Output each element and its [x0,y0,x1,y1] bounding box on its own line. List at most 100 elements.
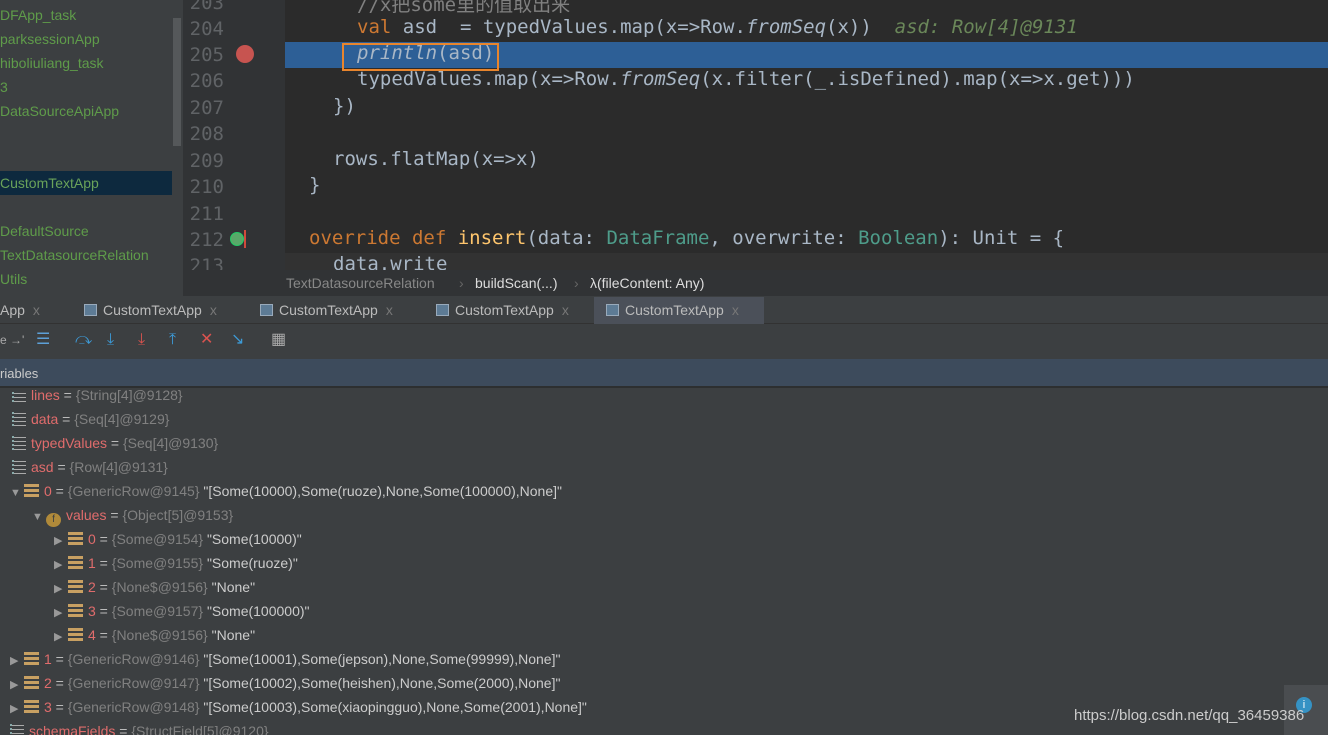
variable-name: lines [31,390,60,403]
list-icon [12,412,26,426]
variable-row[interactable]: ▼ f values = {Object[5]@9153} [32,503,233,527]
code: fromSeq [620,68,701,90]
show-execution-point-icon[interactable]: ☰ [36,331,50,349]
equals-sign: = [53,459,70,475]
inline-debug-value: asd: Row[4]@9131 [894,16,1078,38]
close-icon[interactable]: x [33,302,40,318]
code-line: }) [285,95,1328,121]
close-icon[interactable]: x [562,302,569,318]
project-item[interactable]: parksessionApp [0,27,172,51]
project-item[interactable]: hiboliuliang_task [0,51,172,75]
debug-tab[interactable]: CustomTextApp x [252,297,401,324]
type: DataFrame [606,227,710,249]
debug-tab[interactable]: CustomTextApp x [76,297,225,324]
expand-toggle-icon[interactable]: ▶ [10,673,24,697]
code-line: typedValues.map(x=>Row.fromSeq(x.filter(… [285,68,1328,94]
list-icon [12,460,26,474]
variable-row[interactable]: ▶ 2 = {None$@9156} "None" [54,575,255,599]
project-item[interactable]: TextDatasourceRelation [0,243,172,267]
expand-toggle-icon[interactable]: ▶ [10,649,24,673]
project-item[interactable]: Utils [0,267,172,291]
line-number: 206 [189,70,224,92]
step-into-icon[interactable]: ⤓ [107,331,114,349]
project-item[interactable]: 3 [0,75,172,99]
variable-name: schemaFields [29,723,116,735]
variable-row[interactable]: ▶ 1 = {Some@9155} "Some(ruoze)" [54,551,298,575]
evaluate-expression-icon[interactable]: ▦ [271,331,286,349]
force-step-into-icon[interactable]: ⤓ [138,331,145,349]
array-element-icon [68,556,83,570]
list-icon [10,724,24,735]
equals-sign: = [106,507,123,523]
expand-toggle-icon[interactable]: ▶ [54,601,68,625]
breadcrumb-separator: › [574,275,579,291]
project-item-selected[interactable]: CustomTextApp [0,171,172,195]
project-item[interactable]: DataSourceApiApp [0,99,172,123]
variable-row[interactable]: data = {Seq[4]@9129} [12,407,169,431]
expand-toggle-icon[interactable]: ▶ [54,553,68,577]
variable-row[interactable]: ▶ 2 = {GenericRow@9147} "[Some(10002),Som… [10,671,560,695]
breadcrumb-separator: › [459,275,464,291]
variable-row[interactable]: typedValues = {Seq[4]@9130} [12,431,218,455]
drop-frame-icon[interactable]: ✕ [200,331,213,349]
variable-type: {GenericRow@9146} [67,651,200,667]
close-icon[interactable]: x [210,302,217,318]
breadcrumb-item[interactable]: λ(fileContent: Any) [590,270,704,296]
code-line: data.write [285,253,1328,270]
step-over-icon[interactable]: ⤼ [75,331,92,349]
variable-row[interactable]: ▶ 0 = {Some@9154} "Some(10000)" [54,527,302,551]
expand-toggle-icon[interactable]: ▶ [54,577,68,601]
breakpoint-icon[interactable] [236,45,254,63]
debug-tabs: App x CustomTextApp x CustomTextApp x Custo… [0,297,1328,324]
project-item[interactable]: DFApp_task [0,3,172,27]
breadcrumb-item[interactable]: buildScan(...) [475,270,557,296]
expand-toggle-icon[interactable]: ▼ [32,505,46,529]
variable-row[interactable]: ▶ 1 = {GenericRow@9146} "[Some(10001),Som… [10,647,560,671]
breadcrumb-item[interactable]: TextDatasourceRelation [286,270,435,296]
variable-row[interactable]: asd = {Row[4]@9131} [12,455,168,479]
variable-row[interactable]: ▶ 3 = {Some@9157} "Some(100000)" [54,599,310,623]
expand-toggle-icon[interactable]: ▼ [10,481,24,505]
equals-sign: = [58,411,75,427]
variable-row[interactable]: schemaFields = {StructField[5]@9120} [10,719,269,735]
debug-tab-active[interactable]: CustomTextApp x [594,297,764,324]
step-out-icon[interactable]: ⤒ [169,331,176,349]
variable-row[interactable]: ▶ 4 = {None$@9156} "None" [54,623,255,647]
variable-type: {GenericRow@9148} [67,699,200,715]
equals-sign: = [95,531,112,547]
code: (data: [526,227,607,249]
variable-row[interactable]: lines = {String[4]@9128} [12,390,183,407]
equals-sign: = [95,603,112,619]
implements-icon[interactable] [230,232,244,246]
variable-value: "[Some(10000),Some(ruoze),None,Some(1000… [203,483,562,499]
expand-toggle-icon[interactable]: ▶ [10,697,24,721]
project-panel: DFApp_task parksessionApp hiboliuliang_t… [0,0,183,296]
variable-value: "[Some(10001),Some(jepson),None,Some(999… [203,651,561,667]
line-number: 212 [189,229,224,251]
line-number: 204 [189,18,224,40]
variable-row[interactable]: ▼ 0 = {GenericRow@9145} "[Some(10000),Som… [10,479,562,503]
array-element-icon [24,700,39,714]
variable-name: 3 [88,603,96,619]
run-to-cursor-icon[interactable]: ↘ [231,331,244,349]
variable-type: {StructField[5]@9120} [131,723,269,735]
variable-value: "[Some(10002),Some(heishen),None,Some(20… [203,675,561,691]
equals-sign: = [95,627,112,643]
debug-tab[interactable]: App x [0,297,48,324]
panel-title: riables [0,366,39,381]
code: (x.filter(_.isDefined).map(x=>x.get))) [700,68,1135,90]
field-icon: f [46,513,61,527]
debug-tab[interactable]: CustomTextApp x [428,297,577,324]
code: } [309,174,321,196]
variable-row[interactable]: ▶ 3 = {GenericRow@9148} "[Some(10003),Som… [10,695,587,719]
scrollbar[interactable] [173,18,181,146]
close-icon[interactable]: x [732,302,739,318]
close-icon[interactable]: x [386,302,393,318]
variables-tree[interactable]: lines = {String[4]@9128} data = {Seq[4]@… [0,390,1328,735]
code: }) [333,95,356,117]
override-arrow-icon[interactable] [244,230,246,248]
expand-toggle-icon[interactable]: ▶ [54,529,68,553]
project-item[interactable]: DefaultSource [0,219,172,243]
expand-toggle-icon[interactable]: ▶ [54,625,68,649]
app-icon [606,304,619,316]
